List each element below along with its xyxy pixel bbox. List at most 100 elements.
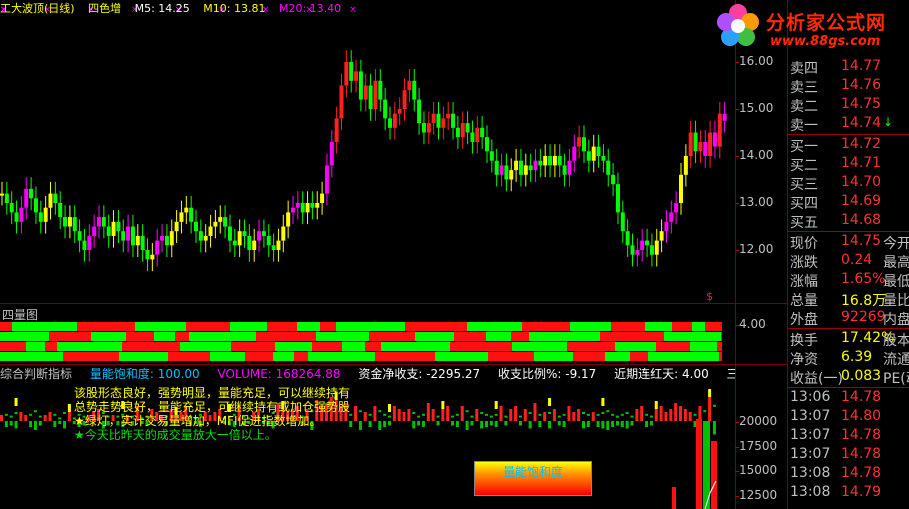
volume-bar [703,410,707,413]
volume-bar [630,421,634,426]
candle [698,130,703,164]
volume-bar [441,409,445,421]
volume-bar [552,409,556,421]
candle [4,181,9,215]
ask-price: 14.76 [841,77,882,93]
bid-row[interactable]: 买一 14.72 [787,136,909,155]
volume-bar [451,415,455,418]
volume-bar [586,413,590,416]
strip-segment [180,342,231,351]
candle [635,238,640,267]
strip-segment [126,332,154,341]
strip-segment [267,322,297,331]
strip-segment [122,342,180,351]
volume-bar [43,415,47,421]
candle [688,120,693,168]
strip-segment [570,322,611,331]
strip-segment [119,352,168,361]
strip-segment [336,322,405,331]
candle [324,153,329,206]
volume-bar [9,415,13,418]
candle [518,148,523,187]
volume-bar [455,413,459,416]
candle [29,177,34,211]
candle [674,191,679,225]
strip-segment [186,322,230,331]
volume-bar [489,415,493,418]
volume-bar [63,412,67,414]
volume-bar [67,412,71,421]
flower-icon [717,4,759,46]
strip-segment [690,342,717,351]
volume-bar [615,415,619,418]
ask-row[interactable]: 卖二 14.75 [787,96,909,115]
bid-row[interactable]: 买三 14.70 [787,174,909,193]
bid-row[interactable]: 买五 14.68 [787,212,909,231]
tick-row: 13:06 14.78 [787,389,909,408]
volume-bar [29,421,33,427]
volume-bar [659,406,663,421]
volume-bar [436,415,440,418]
candle [203,224,208,253]
bid-label: 买四 [790,196,818,212]
volume-bar [649,415,653,418]
strip-segment [645,322,672,331]
volume-tick-label: 15000 [739,463,778,477]
volume-bar [383,413,387,416]
candle [315,191,320,220]
strip-segment [512,342,567,351]
candle [24,177,29,220]
volume-bar [417,415,421,418]
stat-value: 14.75 [841,233,882,249]
volume-bar [436,421,440,426]
volume-bar [38,415,42,418]
volume-bar [518,415,522,418]
candle [126,214,131,253]
candle [402,78,407,121]
candle [189,195,194,234]
ask-row[interactable]: 卖四 14.77 [787,58,909,77]
volume-bar [4,421,8,427]
candle [514,148,519,182]
volume-bar [523,409,527,421]
volume-bar [586,421,590,427]
ask-row[interactable]: 卖一 14.74 ↓ [787,115,909,134]
bid-row[interactable]: 买二 14.71 [787,155,909,174]
tick-price: 14.78 [841,427,882,443]
candle [155,228,160,267]
candle [480,116,485,149]
candlestick-chart[interactable]: × × × × × × × × ×××××××××$ [0,0,735,303]
stock-name[interactable]: 工大波顶(日线) [0,2,75,14]
tick-time: 13:07 [790,408,831,424]
candle [572,134,577,173]
saturation-value: 量能饱和度: 100.00 [89,367,200,381]
candle [601,144,606,173]
tick-time: 13:08 [790,484,831,500]
strip-segment [77,322,135,331]
candle [320,181,325,215]
volume-bar [407,409,411,421]
volume-bar [596,413,600,416]
strip-segment [0,332,49,341]
four-volume-strips[interactable] [0,322,722,364]
strip-segment [435,352,488,361]
candle [67,205,72,239]
ask-price: 14.75 [841,96,882,112]
ask-row[interactable]: 卖三 14.76 [787,77,909,96]
candle [63,205,68,239]
candle [373,69,378,121]
stat-row: 外盘 92269 内盘 [787,309,909,328]
strip-segment [605,352,630,361]
candle [354,59,359,93]
price-tick-label: 15.00 [739,101,774,115]
volume-bar [58,421,62,424]
bid-row[interactable]: 买四 14.69 [787,193,909,212]
stat-label: 外盘 [790,312,818,328]
tick-row: 13:07 14.80 [787,408,909,427]
candle [625,219,630,258]
candle [150,242,155,272]
candle [227,214,232,253]
strip-segment [573,352,605,361]
candle [485,125,489,164]
indicator-name[interactable]: 综合判断指标 [0,367,72,381]
